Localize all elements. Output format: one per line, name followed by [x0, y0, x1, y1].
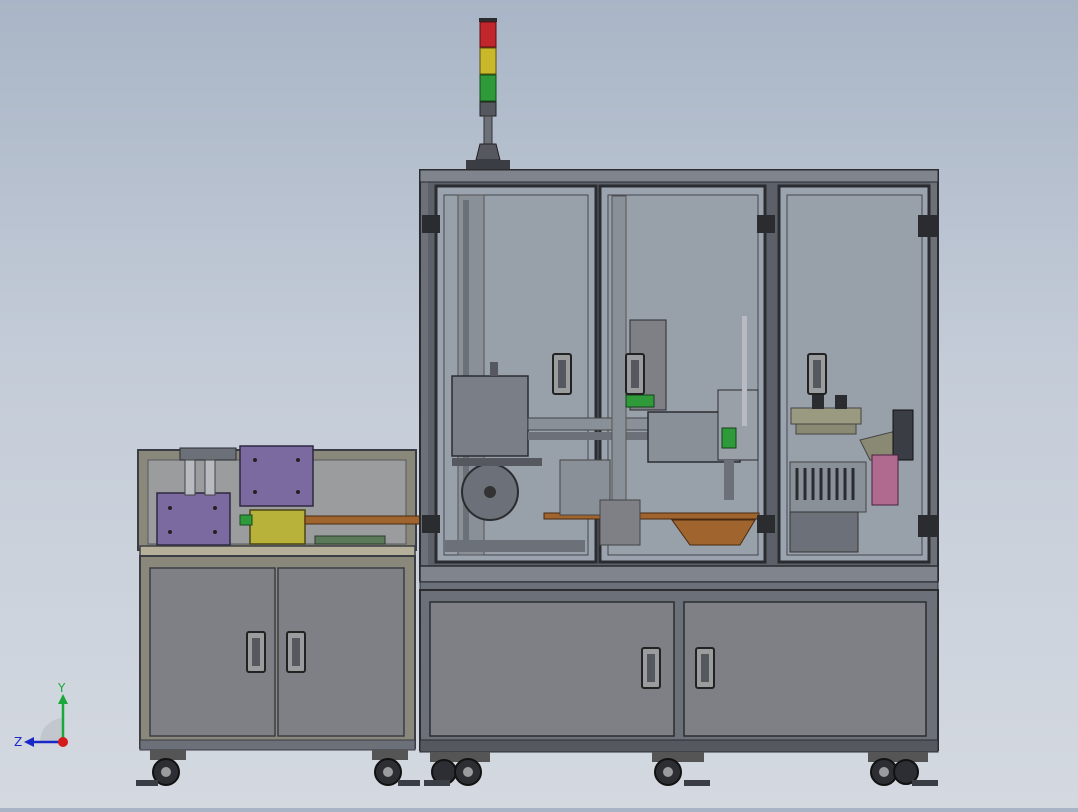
- yellow-slide-block: [249, 509, 306, 545]
- copper-conveyor-rail: [304, 515, 421, 525]
- main-cabinet: [419, 589, 939, 753]
- caster-wheel-icon: [136, 750, 186, 786]
- caster-wheel-icon: [424, 752, 490, 786]
- caster-wheel-icon: [372, 750, 420, 786]
- cad-viewport[interactable]: Y Z: [0, 0, 1078, 808]
- caster-wheel-icon: [652, 752, 710, 786]
- signal-tower-icon: [466, 18, 510, 170]
- purple-cylinder-block-right: [239, 445, 314, 507]
- main-station: [419, 169, 939, 593]
- caster-wheel-icon: [868, 752, 938, 786]
- left-feeder-station: [137, 445, 421, 751]
- y-axis-label: Y: [57, 681, 66, 695]
- purple-cylinder-block-left: [156, 492, 231, 546]
- z-axis-label: Z: [14, 735, 22, 749]
- axis-triad-icon: Y Z: [14, 681, 68, 749]
- pink-module: [871, 454, 899, 506]
